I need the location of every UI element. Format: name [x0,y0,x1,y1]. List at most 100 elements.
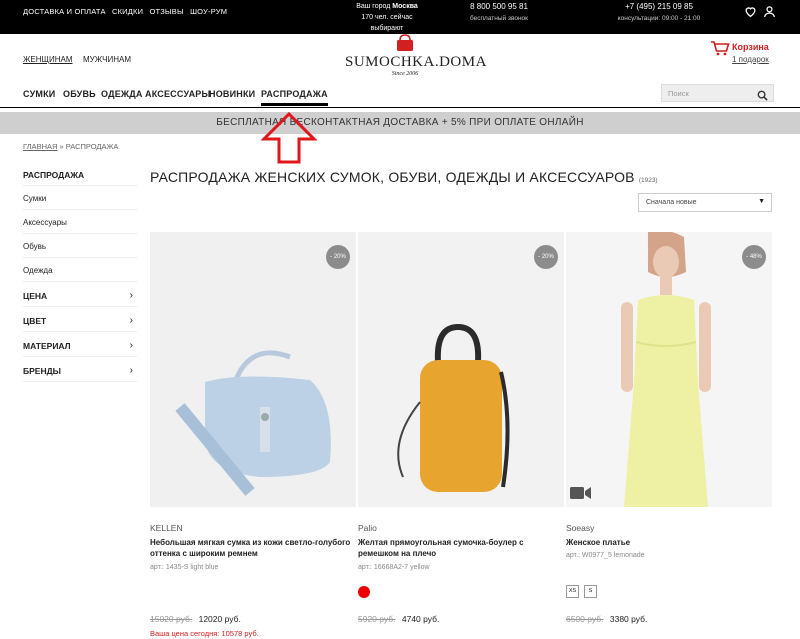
sidebar-item-accessories[interactable]: Аксессуары [23,210,137,234]
product-brand[interactable]: Soeasy [566,523,594,533]
free-phone[interactable]: 8 800 500 95 81 бесплатный звонок [466,1,532,24]
women-link[interactable]: ЖЕНЩИНАМ [23,55,73,64]
product-card[interactable]: - 48% Soeasy Женское платье арт.: W0977_… [566,232,772,639]
product-name[interactable]: Небольшая мягкая сумка из кожи светло-го… [150,537,356,559]
city-selector[interactable]: Ваш город Москва 170 чел. сейчас выбираю… [350,1,424,34]
phone-number-moscow[interactable]: +7 (495) 215 09 85 [625,2,693,11]
breadcrumb-separator: » [59,142,64,151]
filter-price-label: ЦЕНА [23,291,48,301]
bag-logo-icon [394,34,416,52]
top-links: ДОСТАВКА И ОПЛАТА СКИДКИ ОТЗЫВЫ ШОУ-РУМ [23,7,231,16]
sidebar-heading[interactable]: РАСПРОДАЖА [23,166,137,186]
link-reviews[interactable]: ОТЗЫВЫ [149,7,183,16]
heart-icon[interactable] [744,5,757,18]
arrow-up-icon [260,111,318,164]
link-discounts[interactable]: СКИДКИ [112,7,143,16]
chevron-right-icon: › [129,290,133,301]
search-input[interactable]: Поиск [661,84,774,102]
filter-color[interactable]: ЦВЕТ › [23,307,137,332]
nav-accessories[interactable]: АКСЕССУАРЫ [145,89,211,99]
product-name[interactable]: Женское платье [566,537,772,548]
chevron-right-icon: › [129,365,133,376]
cart-count[interactable]: 1 подарок [732,55,769,64]
breadcrumb-home[interactable]: ГЛАВНАЯ [23,142,57,151]
nav-bags[interactable]: СУМКИ [23,89,55,99]
chevron-right-icon: › [129,315,133,326]
sidebar: РАСПРОДАЖА Сумки Аксессуары Обувь Одежда… [23,166,137,382]
old-price: 15020 руб. [150,614,193,624]
discount-badge: - 20% [326,245,350,269]
nav-new[interactable]: НОВИНКИ [209,89,255,99]
promo-banner: БЕСПЛАТНАЯ БЕСКОНТАКТНАЯ ДОСТАВКА + 5% П… [0,112,800,134]
sort-value: Сначала новые [646,199,697,206]
product-price: 15020 руб. 12020 руб. [150,614,241,624]
video-camera-icon[interactable] [570,486,592,500]
product-price: 5920 руб. 4740 руб. [358,614,439,624]
old-price: 5920 руб. [358,614,396,624]
current-price: 4740 руб. [401,614,440,624]
city-name[interactable]: Москва [392,3,418,10]
search-icon[interactable] [757,88,768,101]
city-label: Ваш город [356,3,391,10]
phone-hours-note: консультации: 09:00 - 21:00 [617,15,701,22]
consult-phone[interactable]: +7 (495) 215 09 85 консультации: 09:00 -… [612,1,706,24]
user-icon[interactable] [763,5,776,18]
main-nav: СУМКИ ОБУВЬ ОДЕЖДА АКСЕССУАРЫ НОВИНКИ РА… [0,84,800,108]
nav-shoes[interactable]: ОБУВЬ [63,89,96,99]
product-image[interactable]: - 20% [150,232,356,507]
nav-clothing[interactable]: ОДЕЖДА [101,89,143,99]
page-title: РАСПРОДАЖА ЖЕНСКИХ СУМОК, ОБУВИ, ОДЕЖДЫ … [150,169,658,185]
sidebar-item-shoes[interactable]: Обувь [23,234,137,258]
chevron-right-icon: › [129,340,133,351]
cart-label[interactable]: Корзина [732,42,769,52]
current-price: 12020 руб. [198,614,241,624]
old-price: 6500 руб. [566,614,604,624]
men-link[interactable]: МУЖЧИНАМ [83,55,131,64]
current-price: 3380 руб. [609,614,648,624]
product-article: арт.: 16668A2-7 yellow [358,564,430,571]
top-bar: ДОСТАВКА И ОПЛАТА СКИДКИ ОТЗЫВЫ ШОУ-РУМ … [0,0,800,34]
phone-free-note: бесплатный звонок [470,15,528,22]
link-showroom[interactable]: ШОУ-РУМ [190,7,227,16]
breadcrumb-current: РАСПРОДАЖА [65,142,119,151]
product-card[interactable]: - 20% Palio Желтая прямоугольная сумочка… [358,232,564,639]
sidebar-item-clothing[interactable]: Одежда [23,258,137,282]
size-option[interactable]: XS [566,585,579,598]
product-brand[interactable]: KELLEN [150,523,183,533]
product-article: арт.: 1435-S light blue [150,564,219,571]
size-option[interactable]: S [584,585,597,598]
top-icons [744,5,778,23]
search-placeholder: Поиск [668,89,689,98]
link-delivery[interactable]: ДОСТАВКА И ОПЛАТА [23,7,106,16]
filter-brands-label: БРЕНДЫ [23,366,61,376]
product-card[interactable]: - 20% KELLEN Небольшая мягкая сумка из к… [150,232,356,639]
discount-badge: - 20% [534,245,558,269]
caret-down-icon: ▼ [758,198,765,205]
filter-material[interactable]: МАТЕРИАЛ › [23,332,137,357]
filter-brands[interactable]: БРЕНДЫ › [23,357,137,382]
discount-badge: - 48% [742,245,766,269]
logo-name: SUMOCHKA.DOMA [345,54,487,70]
nav-sale[interactable]: РАСПРОДАЖА [261,89,328,106]
product-image[interactable]: - 20% [358,232,564,507]
cart-icon[interactable] [710,40,730,56]
breadcrumb: ГЛАВНАЯ » РАСПРОДАЖА [23,142,118,151]
color-swatch[interactable] [358,586,370,598]
viewers-count: 170 чел. сейчас выбирают [361,14,413,32]
product-image[interactable]: - 48% [566,232,772,507]
filter-color-label: ЦВЕТ [23,316,47,326]
today-price: Ваша цена сегодня: 10578 руб. [150,629,259,638]
product-name[interactable]: Желтая прямоугольная сумочка-боулер с ре… [358,537,564,559]
product-price: 6500 руб. 3380 руб. [566,614,647,624]
sidebar-item-bags[interactable]: Сумки [23,186,137,210]
product-count: (1923) [638,177,658,184]
logo[interactable]: SUMOCHKA.DOMA Since 2006 [345,34,487,77]
page-title-text: РАСПРОДАЖА ЖЕНСКИХ СУМОК, ОБУВИ, ОДЕЖДЫ … [150,169,635,185]
filter-price[interactable]: ЦЕНА › [23,282,137,307]
product-article: арт.: W0977_5 lemonade [566,552,645,559]
logo-since: Since 2006 [391,71,419,77]
filter-material-label: МАТЕРИАЛ [23,341,71,351]
phone-number-free[interactable]: 8 800 500 95 81 [470,2,528,11]
sort-select[interactable]: Сначала новые ▼ [638,193,772,212]
product-brand[interactable]: Palio [358,523,377,533]
